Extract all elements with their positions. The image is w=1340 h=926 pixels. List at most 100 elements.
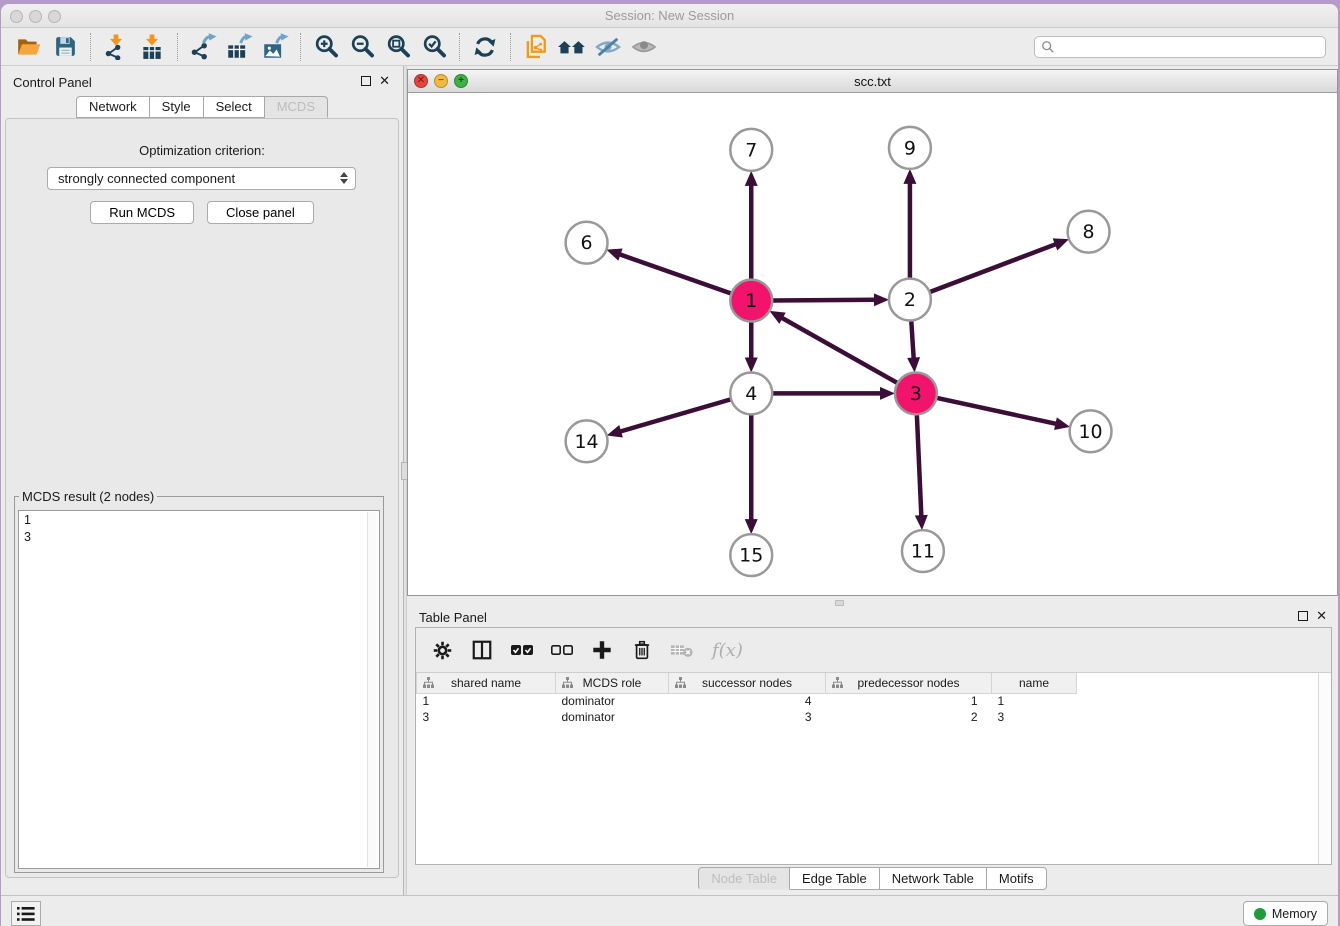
arrowhead-2-9 [903,169,916,184]
table-cell[interactable]: 1 [992,693,1077,709]
table-cell[interactable]: 2 [826,709,992,725]
search-icon [1041,40,1055,54]
zoom-selected-icon[interactable] [416,31,452,63]
table-cell[interactable]: dominator [556,709,669,725]
tab-edge-table[interactable]: Edge Table [790,867,880,890]
hide-selected-icon[interactable] [590,31,626,63]
memory-button[interactable]: Memory [1243,901,1328,926]
column-header-MCDS-role[interactable]: MCDS role [556,673,669,693]
first-neighbors-icon[interactable] [518,31,554,63]
settings-gear-icon[interactable] [430,638,454,662]
tab-motifs[interactable]: Motifs [987,867,1047,890]
toolbar-separator [459,33,460,61]
search-field[interactable] [1034,36,1326,58]
edge-3-1[interactable] [780,317,898,383]
edge-4-14[interactable] [618,399,731,432]
export-network-icon[interactable] [185,31,221,63]
tab-style[interactable]: Style [150,96,204,118]
table-cell[interactable]: 1 [826,693,992,709]
graph-node-label-10: 10 [1079,421,1103,443]
edge-1-2[interactable] [772,300,877,301]
float-panel-icon[interactable] [361,76,371,86]
mcds-result-area[interactable]: 13 [18,510,380,869]
table-cell[interactable]: 3 [417,709,556,725]
arrowhead-4-15 [745,519,758,534]
save-session-icon[interactable] [47,31,83,63]
open-session-icon[interactable] [11,31,47,63]
export-table-icon[interactable] [221,31,257,63]
table-cell[interactable]: 3 [669,709,826,725]
window-title: Session: New Session [1,8,1338,23]
close-panel-icon[interactable]: ✕ [379,73,390,89]
table-cell[interactable]: 1 [417,693,556,709]
table-cell[interactable]: 3 [992,709,1077,725]
mcds-result-line: 3 [24,529,374,546]
main-area: Control Panel ✕ NetworkStyleSelectMCDS O… [1,66,1338,895]
refresh-icon[interactable] [467,31,503,63]
mcds-panel: Optimization criterion: strongly connect… [5,118,399,878]
tab-select[interactable]: Select [204,96,265,118]
tab-network[interactable]: Network [76,96,150,118]
app-window: Session: New Session [1,4,1338,926]
edge-3-10[interactable] [936,398,1058,424]
node-table[interactable]: shared nameMCDS rolesuccessor nodesprede… [416,673,1077,725]
edge-2-3[interactable] [911,321,914,361]
arrowhead-1-7 [745,171,758,186]
column-header-predecessor-nodes[interactable]: predecessor nodes [826,673,992,693]
optimization-select[interactable]: strongly connected component [47,167,356,190]
run-mcds-button[interactable]: Run MCDS [90,201,194,224]
select-all-icon[interactable] [510,638,534,662]
graph-node-label-2: 2 [904,289,916,311]
mcds-result-line: 1 [24,512,374,529]
import-network-icon[interactable] [98,31,134,63]
close-panel-button[interactable]: Close panel [207,201,314,224]
tab-network-table[interactable]: Network Table [880,867,987,890]
toolbar-separator [177,33,178,61]
edge-1-6[interactable] [618,254,732,294]
table-toolbar: f(x) [416,628,1331,673]
table-row[interactable]: 1dominator411 [417,693,1077,709]
column-header-successor-nodes[interactable]: successor nodes [669,673,826,693]
table-scrollbar[interactable] [1318,673,1331,864]
arrowhead-2-3 [907,357,920,372]
float-table-panel-icon[interactable] [1298,611,1308,621]
svg-text:f(x): f(x) [710,640,743,661]
export-image-icon[interactable] [257,31,293,63]
graph-node-label-15: 15 [739,545,763,567]
tab-node-table[interactable]: Node Table [698,867,790,890]
zoom-fit-icon[interactable] [380,31,416,63]
network-view-window: ✕ − + scc.txt 7968124314101511 [407,69,1338,596]
column-header-shared-name[interactable]: shared name [417,673,556,693]
graph-node-label-6: 6 [581,232,593,254]
zoom-in-icon[interactable] [308,31,344,63]
network-graph[interactable]: 7968124314101511 [408,93,1337,595]
network-canvas[interactable]: 7968124314101511 [408,93,1337,595]
column-header-name[interactable]: name [992,673,1077,693]
import-table-icon[interactable] [134,31,170,63]
table-row[interactable]: 3dominator323 [417,709,1077,725]
deselect-all-icon[interactable] [550,638,574,662]
mcds-result-title: MCDS result (2 nodes) [19,489,157,504]
arrowhead-3-10 [1054,417,1070,430]
status-bar: Memory [1,895,1338,926]
close-table-panel-icon[interactable]: ✕ [1316,608,1327,624]
task-history-button[interactable] [11,901,41,926]
column-selector-icon[interactable] [470,638,494,662]
edge-2-8[interactable] [930,243,1058,292]
table-cell[interactable]: dominator [556,693,669,709]
graph-node-label-11: 11 [911,541,935,563]
result-scrollbar[interactable] [367,512,378,867]
table-panel: Table Panel ✕ [407,601,1338,894]
search-input[interactable] [1055,40,1325,54]
delete-column-icon[interactable] [630,638,654,662]
add-column-icon[interactable] [590,638,614,662]
arrowhead-1-6 [606,248,622,260]
tab-mcds[interactable]: MCDS [265,96,328,118]
arrowhead-4-14 [607,425,623,437]
table-cell[interactable]: 4 [669,693,826,709]
show-all-icon[interactable] [626,31,662,63]
zoom-out-icon[interactable] [344,31,380,63]
home-views-icon[interactable] [554,31,590,63]
control-panel-title: Control Panel [13,75,92,90]
edge-3-11[interactable] [917,414,922,518]
